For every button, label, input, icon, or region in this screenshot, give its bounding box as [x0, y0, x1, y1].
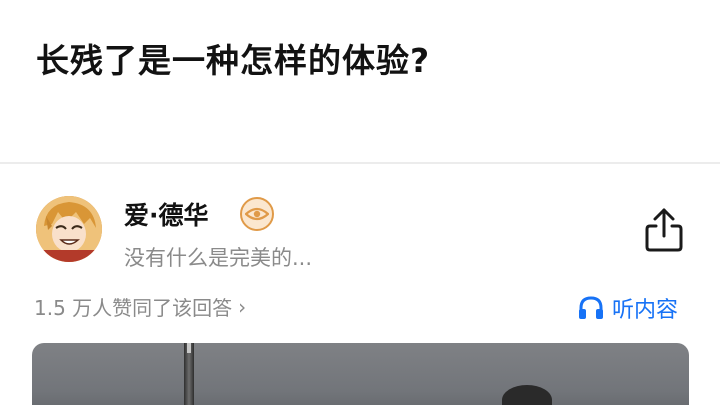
- chevron-right-icon: ›: [238, 294, 247, 319]
- share-icon: [645, 208, 683, 252]
- question-title[interactable]: 长残了是一种怎样的体验?: [36, 34, 430, 82]
- author-name[interactable]: 爱·德华: [124, 196, 209, 232]
- avatar-image: [36, 196, 102, 262]
- vote-count-text: 1.5 万人赞同了该回答: [34, 296, 233, 320]
- divider: [0, 162, 720, 164]
- answer-cover-image[interactable]: [32, 343, 689, 405]
- headphones-icon: [579, 296, 603, 319]
- vote-count-link[interactable]: 1.5 万人赞同了该回答 ›: [34, 292, 246, 321]
- cover-figure: [502, 385, 552, 405]
- listen-label: 听内容: [612, 298, 679, 323]
- cover-pole-top: [187, 343, 191, 353]
- author-avatar[interactable]: [36, 196, 102, 262]
- author-bio: 没有什么是完美的...: [124, 246, 313, 270]
- listen-button[interactable]: 听内容: [578, 292, 678, 324]
- share-button[interactable]: [642, 206, 686, 254]
- eye-badge-icon: [240, 197, 274, 231]
